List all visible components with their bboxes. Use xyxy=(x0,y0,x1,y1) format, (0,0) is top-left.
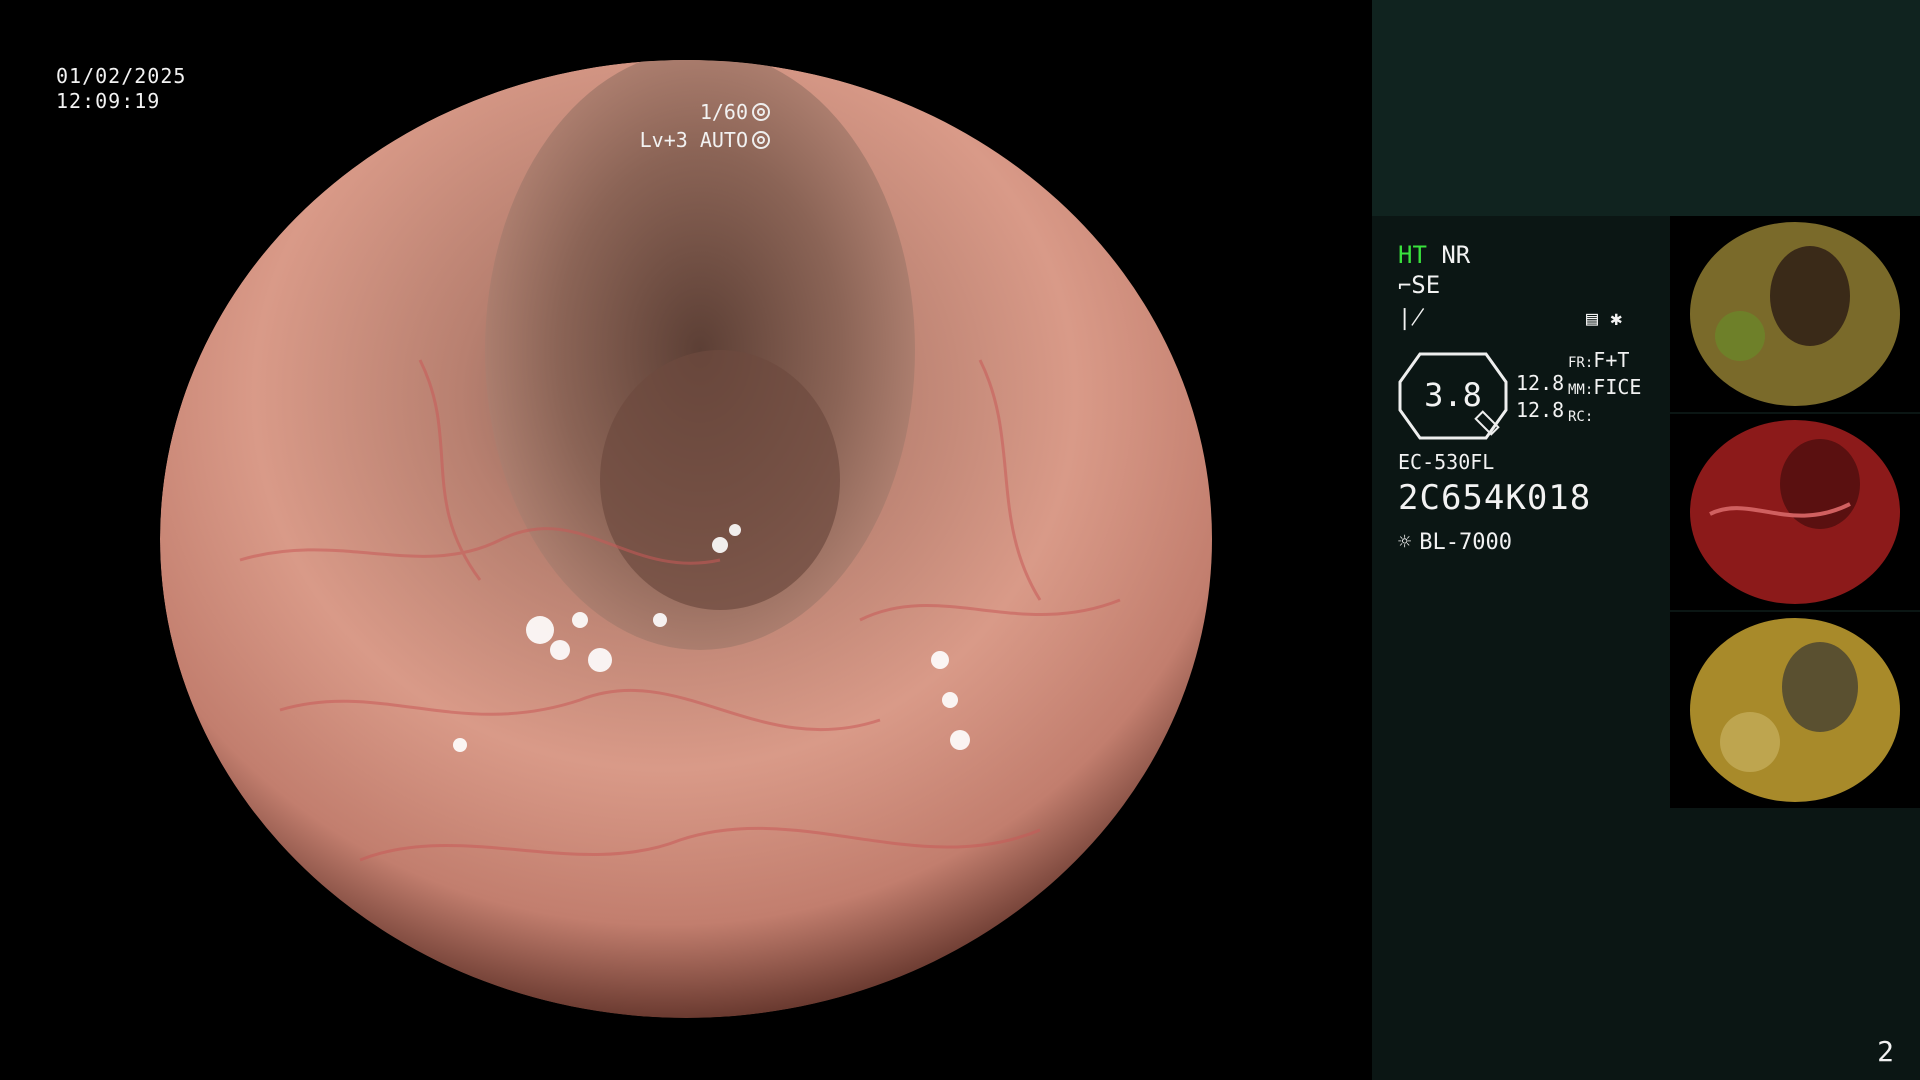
fr-label: FR: xyxy=(1568,355,1594,371)
date-text: 01/02/2025 xyxy=(56,64,187,88)
iris-text: Lv+3 AUTO xyxy=(639,128,748,152)
light-source-text: BL-7000 xyxy=(1419,530,1512,555)
iris-row: Lv+3 AUTO xyxy=(640,126,770,154)
scope-model: EC-530FL xyxy=(1398,450,1495,474)
mode-nr: NR xyxy=(1441,241,1471,269)
info-panel: HT NR ⌐SE ∤ ▤ ✱ 3.8 12.8 12.8 FR:F+T MM:… xyxy=(1372,0,1920,1080)
value-1: 12.8 xyxy=(1516,371,1565,395)
enhance-icon: ⌐ xyxy=(1398,274,1412,299)
rc-label: RC: xyxy=(1568,409,1594,425)
exposure-info: 1/60 Lv+3 AUTO xyxy=(640,98,770,154)
sun-icon: ☼ xyxy=(1398,530,1412,555)
settings-icon: ▤ xyxy=(1586,306,1599,330)
shutter-row: 1/60 xyxy=(640,98,770,126)
iris-icon xyxy=(752,131,770,149)
zoom-value: 3.8 xyxy=(1424,376,1482,414)
mm-label: MM: xyxy=(1568,382,1594,398)
fr-value: F+T xyxy=(1593,348,1630,372)
shutter-text: 1/60 xyxy=(699,100,748,124)
light-source: ☼ BL-7000 xyxy=(1398,530,1512,555)
numeric-values: 12.8 12.8 xyxy=(1516,370,1564,424)
mm-value: FICE xyxy=(1593,375,1642,399)
thumbnail-2[interactable] xyxy=(1670,414,1920,610)
shutter-icon xyxy=(752,103,770,121)
endoscope-image xyxy=(160,60,1213,1018)
value-2: 12.8 xyxy=(1516,398,1565,422)
panel-header xyxy=(1372,0,1920,216)
status-icons: ▤ ✱ xyxy=(1586,306,1622,330)
thumbnail-strip xyxy=(1670,216,1920,810)
mode-ht: HT xyxy=(1398,241,1427,269)
enhance-text: SE xyxy=(1411,271,1441,299)
processor-settings: HT NR ⌐SE ∤ ▤ ✱ 3.8 12.8 12.8 FR:F+T MM:… xyxy=(1398,240,1688,555)
serial-number: 2C654K018 xyxy=(1398,478,1592,518)
timestamp: 01/02/2025 12:09:19 xyxy=(56,64,186,114)
thumbnail-1[interactable] xyxy=(1670,216,1920,412)
mode-labels: FR:F+T MM:FICE RC: xyxy=(1568,348,1641,429)
asterisk-icon: ✱ xyxy=(1610,306,1623,330)
structure-row: ∤ xyxy=(1398,302,1688,334)
endoscopy-view: 01/02/2025 12:09:19 1/60 Lv+3 AUTO xyxy=(0,0,1372,1080)
enhance-row: ⌐SE xyxy=(1398,270,1688,302)
time-text: 12:09:19 xyxy=(56,89,161,113)
mode-row: HT NR xyxy=(1398,240,1688,270)
structure-icon: ∤ xyxy=(1398,306,1425,331)
page-number: 2 xyxy=(1877,1035,1894,1068)
thumbnail-3[interactable] xyxy=(1670,612,1920,808)
